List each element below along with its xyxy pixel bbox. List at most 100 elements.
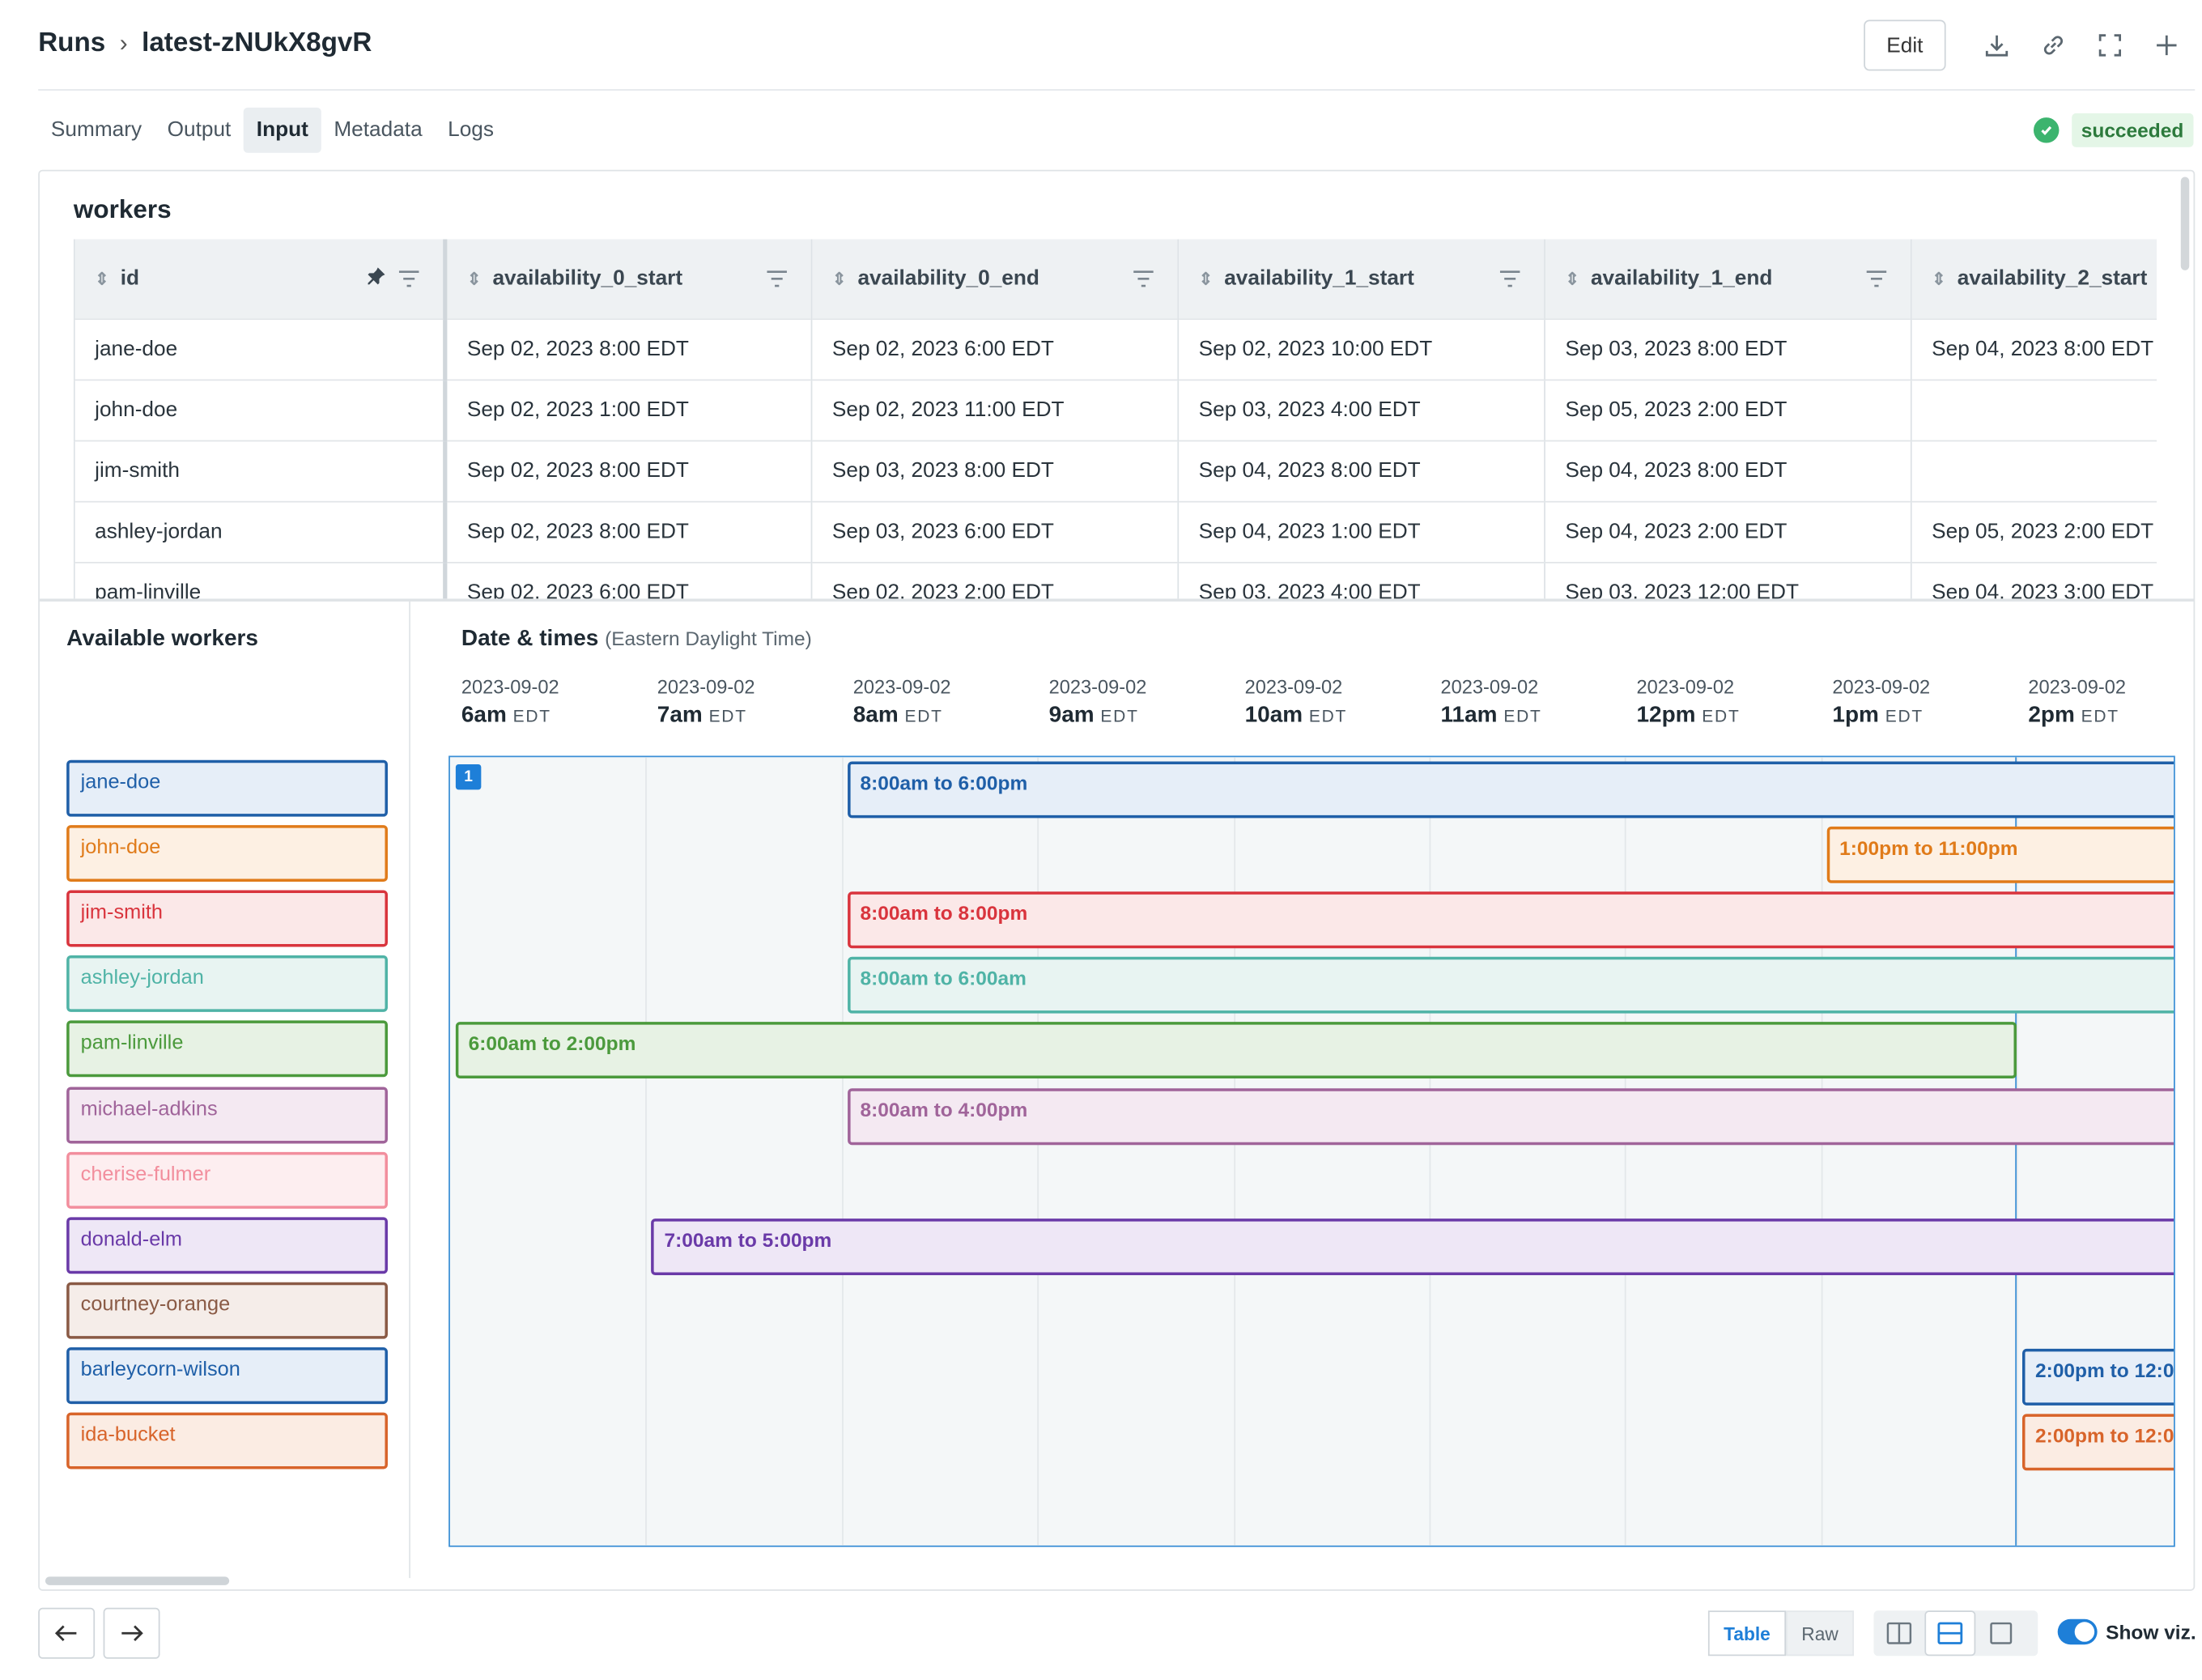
table-cell[interactable]: Sep 02, 2023 8:00 EDT bbox=[444, 317, 813, 380]
table-cell[interactable]: Sep 02, 2023 8:00 EDT bbox=[444, 500, 813, 562]
sort-icon[interactable]: ⇕ bbox=[1199, 270, 1214, 289]
pin-icon[interactable] bbox=[367, 266, 386, 291]
table-cell[interactable]: Sep 04, 2023 8:00 EDT bbox=[1911, 317, 2157, 380]
availability-bar-michael-adkins[interactable]: 8:00am to 4:00pm bbox=[847, 1087, 2174, 1145]
table-cell[interactable]: jane-doe bbox=[73, 317, 448, 380]
availability-bar-donald-elm[interactable]: 7:00am to 5:00pm bbox=[651, 1218, 2174, 1275]
table-cell[interactable]: Sep 04, 2023 1:00 EDT bbox=[1178, 500, 1545, 562]
availability-bar-barleycorn-wilson[interactable]: 2:00pm to 12:00am bbox=[2022, 1348, 2174, 1406]
sort-icon[interactable]: ⇕ bbox=[1565, 270, 1579, 289]
breadcrumb-runs-link[interactable]: Runs bbox=[38, 28, 105, 59]
layout-single-icon[interactable] bbox=[1975, 1610, 2026, 1656]
hour-time: 12pm EDT bbox=[1636, 703, 1741, 728]
tab-logs[interactable]: Logs bbox=[435, 108, 506, 153]
column-header-availability-1-end[interactable]: ⇕ availability_1_end bbox=[1545, 239, 1912, 319]
worker-chip-cherise-fulmer[interactable]: cherise-fulmer bbox=[66, 1151, 388, 1209]
column-header-id[interactable]: ⇕ id bbox=[73, 239, 448, 319]
table-row[interactable]: pam-linville Sep 02, 2023 6:00 EDT Sep 0… bbox=[73, 561, 2157, 599]
next-button[interactable] bbox=[103, 1607, 160, 1659]
download-icon[interactable] bbox=[1969, 19, 2026, 70]
column-header-availability-0-end[interactable]: ⇕ availability_0_end bbox=[811, 239, 1180, 319]
table-cell[interactable]: Sep 02, 2023 1:00 EDT bbox=[444, 378, 813, 440]
availability-bar-pam-linville[interactable]: 6:00am to 2:00pm bbox=[455, 1022, 2017, 1079]
table-cell[interactable]: Sep 05, 2023 2:00 EDT bbox=[1911, 500, 2157, 562]
worker-chip-ashley-jordan[interactable]: ashley-jordan bbox=[66, 955, 388, 1013]
table-cell[interactable]: Sep 04, 2023 8:00 EDT bbox=[1545, 439, 1912, 501]
table-cell[interactable]: Sep 03, 2023 4:00 EDT bbox=[1178, 378, 1545, 440]
table-cell[interactable]: ashley-jordan bbox=[73, 500, 448, 562]
table-row[interactable]: jane-doe Sep 02, 2023 8:00 EDT Sep 02, 2… bbox=[73, 317, 2157, 380]
table-row[interactable]: ashley-jordan Sep 02, 2023 8:00 EDT Sep … bbox=[73, 500, 2157, 562]
sort-icon[interactable]: ⇕ bbox=[1932, 270, 1946, 289]
worker-chip-donald-elm[interactable]: donald-elm bbox=[66, 1216, 388, 1274]
table-cell[interactable]: Sep 02, 2023 11:00 EDT bbox=[811, 378, 1180, 440]
table-cell[interactable]: Sep 02, 2023 8:00 EDT bbox=[444, 439, 813, 501]
table-cell[interactable]: Sep 02, 2023 10:00 EDT bbox=[1178, 317, 1545, 380]
filter-icon[interactable] bbox=[1498, 269, 1521, 293]
tab-input[interactable]: Input bbox=[244, 107, 321, 153]
tab-summary[interactable]: Summary bbox=[38, 108, 155, 153]
gantt-grid[interactable]: 118:00am to 6:00pm1:00pm to 11:00pm8:00a… bbox=[448, 755, 2175, 1547]
table-cell[interactable]: Sep 04, 2023 8:00 EDT bbox=[1178, 439, 1545, 501]
table-cell[interactable]: Sep 03, 2023 8:00 EDT bbox=[811, 439, 1180, 501]
link-icon[interactable] bbox=[2025, 19, 2081, 70]
sort-icon[interactable]: ⇕ bbox=[832, 270, 847, 289]
worker-chip-jane-doe[interactable]: jane-doe bbox=[66, 759, 388, 817]
table-cell[interactable]: Sep 02, 2023 6:00 EDT bbox=[811, 317, 1180, 380]
table-cell[interactable]: Sep 03, 2023 8:00 EDT bbox=[1545, 317, 1912, 380]
table-cell[interactable]: Sep 03, 2023 4:00 EDT bbox=[1178, 561, 1545, 599]
layout-columns-icon[interactable] bbox=[1873, 1610, 1924, 1656]
filter-icon[interactable] bbox=[1132, 269, 1154, 293]
table-cell[interactable]: Sep 04, 2023 3:00 EDT bbox=[1911, 561, 2157, 599]
table-row[interactable]: john-doe Sep 02, 2023 1:00 EDT Sep 02, 2… bbox=[73, 378, 2157, 440]
table-cell[interactable]: Sep 03, 2023 6:00 EDT bbox=[811, 500, 1180, 562]
table-cell[interactable] bbox=[1911, 378, 2157, 440]
previous-button[interactable] bbox=[38, 1607, 96, 1659]
worker-chip-jim-smith[interactable]: jim-smith bbox=[66, 890, 388, 947]
worker-chip-ida-bucket[interactable]: ida-bucket bbox=[66, 1412, 388, 1469]
gantt-timezone: (Eastern Daylight Time) bbox=[605, 627, 812, 650]
filter-icon[interactable] bbox=[766, 269, 789, 293]
filter-icon[interactable] bbox=[1865, 269, 1888, 293]
availability-bar-john-doe[interactable]: 1:00pm to 11:00pm bbox=[1826, 827, 2174, 883]
sort-icon[interactable]: ⇕ bbox=[467, 270, 482, 289]
view-table-button[interactable]: Table bbox=[1707, 1610, 1787, 1657]
table-cell[interactable]: Sep 02, 2023 2:00 EDT bbox=[811, 561, 1180, 599]
table-cell[interactable]: pam-linville bbox=[73, 561, 448, 599]
sort-icon[interactable]: ⇕ bbox=[95, 270, 109, 289]
table-cell[interactable]: Sep 05, 2023 2:00 EDT bbox=[1545, 378, 1912, 440]
tab-metadata[interactable]: Metadata bbox=[321, 108, 436, 153]
edit-button[interactable]: Edit bbox=[1864, 19, 1946, 71]
availability-bar-jane-doe[interactable]: 8:00am to 6:00pm bbox=[847, 761, 2174, 819]
fullscreen-icon[interactable] bbox=[2081, 19, 2138, 70]
show-viz-toggle[interactable]: Show viz. bbox=[2057, 1618, 2196, 1645]
time-column-header: 2023-09-02 10am EDT bbox=[1245, 677, 1440, 729]
table-cell[interactable]: john-doe bbox=[73, 378, 448, 440]
worker-chip-courtney-orange[interactable]: courtney-orange bbox=[66, 1282, 388, 1339]
availability-bar-jim-smith[interactable]: 8:00am to 8:00pm bbox=[847, 891, 2174, 949]
table-cell[interactable]: Sep 02, 2023 6:00 EDT bbox=[444, 561, 813, 599]
table-cell[interactable]: Sep 03, 2023 12:00 EDT bbox=[1545, 561, 1912, 599]
worker-chip-pam-linville[interactable]: pam-linville bbox=[66, 1021, 388, 1078]
worker-chip-john-doe[interactable]: john-doe bbox=[66, 825, 388, 883]
column-header-availability-2-start[interactable]: ⇕ availability_2_start bbox=[1911, 239, 2157, 319]
worker-chip-barleycorn-wilson[interactable]: barleycorn-wilson bbox=[66, 1346, 388, 1404]
layout-rows-icon[interactable] bbox=[1924, 1610, 1976, 1657]
availability-bar-ashley-jordan[interactable]: 8:00am to 6:00am bbox=[847, 957, 2174, 1014]
plus-icon[interactable] bbox=[2138, 19, 2195, 70]
horizontal-scrollbar[interactable] bbox=[45, 1576, 230, 1585]
column-header-availability-1-start[interactable]: ⇕ availability_1_start bbox=[1178, 239, 1545, 319]
table-cell[interactable]: jim-smith bbox=[73, 439, 448, 501]
filter-icon[interactable] bbox=[397, 269, 420, 293]
view-raw-button[interactable]: Raw bbox=[1786, 1610, 1855, 1657]
column-header-label: id bbox=[120, 266, 140, 291]
table-cell[interactable]: Sep 04, 2023 2:00 EDT bbox=[1545, 500, 1912, 562]
worker-chip-michael-adkins[interactable]: michael-adkins bbox=[66, 1086, 388, 1143]
tab-output[interactable]: Output bbox=[155, 108, 244, 153]
column-header-availability-0-start[interactable]: ⇕ availability_0_start bbox=[444, 239, 813, 319]
table-cell[interactable] bbox=[1911, 439, 2157, 501]
table-row[interactable]: jim-smith Sep 02, 2023 8:00 EDT Sep 03, … bbox=[73, 439, 2157, 501]
availability-bar-ida-bucket[interactable]: 2:00pm to 12:00am bbox=[2022, 1414, 2174, 1471]
vertical-scrollbar[interactable] bbox=[2180, 177, 2190, 270]
toggle-switch[interactable] bbox=[2057, 1618, 2098, 1645]
